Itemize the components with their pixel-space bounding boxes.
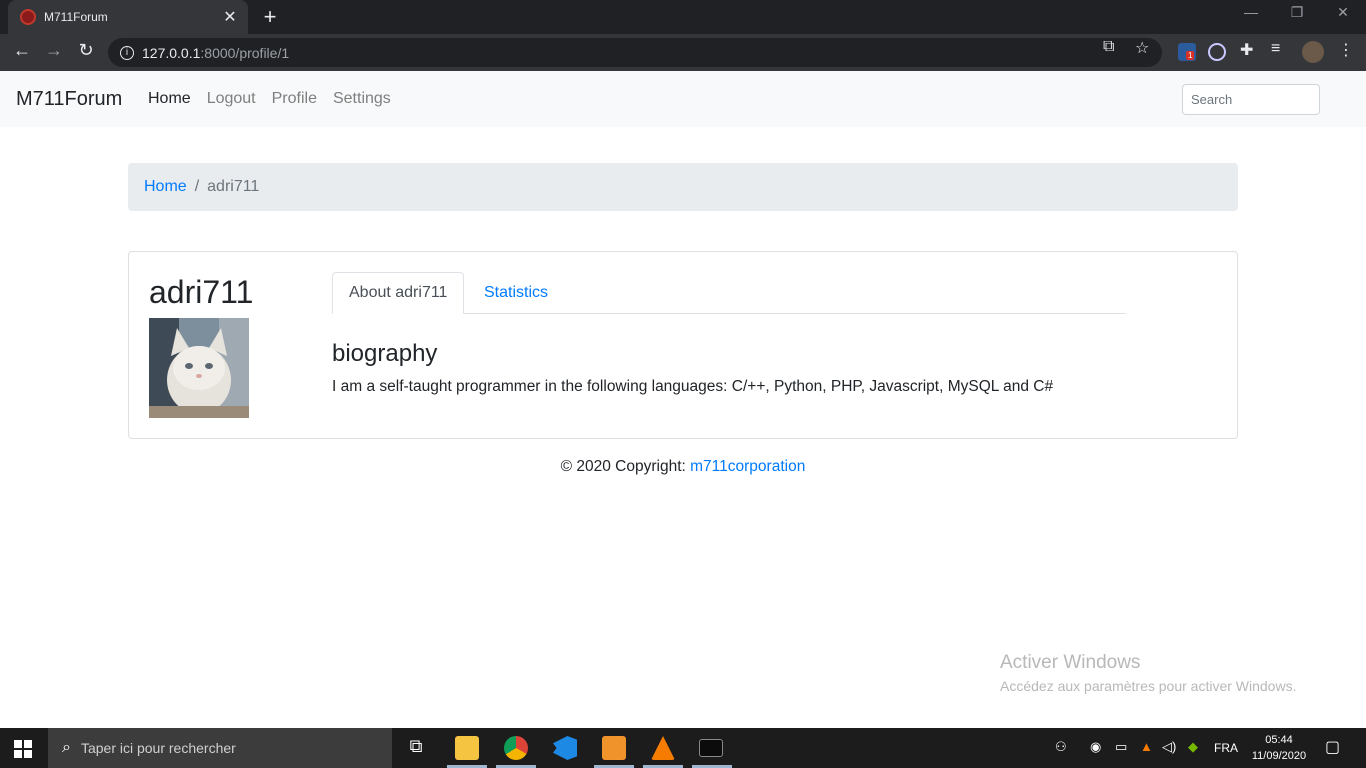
search-input[interactable] [1182, 84, 1320, 115]
media-queue-icon[interactable]: ≡ [1271, 40, 1280, 58]
puzzle-extensions-icon[interactable]: ✚ [1240, 40, 1253, 60]
nav-home[interactable]: Home [140, 90, 199, 108]
tab-about[interactable]: About adri711 [332, 272, 465, 314]
bio-heading: biography [332, 340, 438, 367]
extension-badge: 1 [1186, 51, 1195, 60]
language-indicator[interactable]: FRA [1214, 741, 1238, 755]
browser-toolbar: ← → ↻ i 127.0.0.1:8000/profile/1 ⧉ ☆ 1 ✚… [0, 34, 1366, 71]
site-navbar: M711Forum Home Logout Profile Settings [0, 71, 1366, 127]
footer-copyright: © 2020 Copyright: [560, 458, 691, 475]
profile-card: adri711 About adri711 Statistics biograp… [128, 251, 1238, 439]
profile-tabs: About adri711 Statistics [332, 272, 1126, 314]
vlc-tray-icon[interactable]: ▲ [1140, 739, 1153, 754]
profile-avatar-icon[interactable] [1302, 41, 1324, 63]
footer-link[interactable]: m711corporation [690, 458, 805, 475]
breadcrumb-separator: / [194, 178, 200, 195]
bookmark-star-icon[interactable]: ☆ [1135, 38, 1149, 58]
breadcrumb-current: adri711 [207, 178, 260, 195]
cat-avatar-image [149, 318, 249, 418]
people-icon[interactable]: ⚇ [1055, 739, 1067, 755]
new-tab-button[interactable]: + [258, 4, 282, 30]
footer: © 2020 Copyright: m711corporation [0, 458, 1366, 476]
notifications-icon[interactable]: ▢ [1325, 737, 1340, 757]
favicon-icon [20, 9, 36, 25]
profile-username: adri711 [149, 274, 254, 310]
forward-icon[interactable]: → [42, 40, 66, 61]
site-info-icon[interactable]: i [120, 45, 134, 60]
extension-icon[interactable]: 1 [1178, 43, 1196, 61]
close-tab-icon[interactable]: ✕ [218, 7, 242, 27]
watermark-subtitle: Accédez aux paramètres pour activer Wind… [1000, 678, 1297, 694]
nav-links: Home Logout Profile Settings [140, 90, 399, 108]
reload-icon[interactable]: ↻ [74, 40, 98, 61]
volume-icon[interactable]: ◁) [1162, 739, 1176, 755]
windows-start-icon[interactable] [14, 740, 32, 758]
bio-text: I am a self-taught programmer in the fol… [332, 378, 1054, 395]
file-explorer-icon[interactable] [455, 736, 479, 760]
address-bar[interactable]: i 127.0.0.1:8000/profile/1 [108, 38, 1162, 67]
chrome-icon[interactable] [504, 736, 528, 760]
breadcrumb-home-link[interactable]: Home [144, 178, 187, 196]
nav-logout[interactable]: Logout [199, 90, 264, 108]
clock-time: 05:44 [1265, 734, 1293, 746]
nvidia-icon[interactable]: ◆ [1188, 739, 1198, 755]
network-icon[interactable]: ▭ [1115, 739, 1127, 755]
avatar [149, 318, 249, 418]
watermark-title: Activer Windows [1000, 652, 1141, 673]
taskbar-search[interactable]: ⌕ Taper ici pour rechercher [48, 728, 392, 768]
tab-title: M711Forum [44, 10, 108, 24]
menu-dots-icon[interactable]: ⋮ [1338, 40, 1354, 60]
restore-icon[interactable]: ❐ [1274, 4, 1320, 21]
clock[interactable]: 05:44 11/09/2020 [1250, 732, 1308, 764]
url-path: :8000/profile/1 [200, 44, 290, 61]
nav-settings[interactable]: Settings [325, 90, 399, 108]
browser-tab[interactable]: M711Forum ✕ [8, 0, 248, 34]
terminal-icon[interactable] [699, 739, 723, 757]
search-icon: ⌕ [62, 739, 71, 756]
sublime-text-icon[interactable] [602, 736, 626, 760]
browser-tabbar: M711Forum ✕ + — ❐ ✕ [0, 0, 1366, 34]
minimize-icon[interactable]: — [1228, 4, 1274, 20]
vscode-icon[interactable] [553, 736, 577, 760]
brand-logo[interactable]: M711Forum [16, 88, 122, 111]
discord-icon[interactable]: ◉ [1090, 739, 1101, 755]
taskbar-search-placeholder: Taper ici pour rechercher [80, 740, 236, 756]
tab-statistics[interactable]: Statistics [468, 272, 564, 314]
window-close-icon[interactable]: ✕ [1320, 4, 1366, 21]
windows-taskbar: ⌕ Taper ici pour rechercher ⧉ ⚇ ◉ ▭ ▲ ◁)… [0, 728, 1366, 768]
clock-date: 11/09/2020 [1251, 750, 1307, 762]
activation-watermark: Activer Windows Accédez aux paramètres p… [1000, 652, 1296, 694]
task-view-icon[interactable]: ⧉ [404, 736, 428, 760]
block-extension-icon[interactable] [1208, 43, 1226, 61]
breadcrumb: Home / adri711 [128, 163, 1238, 211]
nav-profile[interactable]: Profile [264, 90, 325, 108]
translate-icon[interactable]: ⧉ [1103, 38, 1114, 56]
url-host: 127.0.0.1 [142, 44, 201, 61]
vlc-icon[interactable] [651, 736, 675, 760]
back-icon[interactable]: ← [10, 40, 34, 61]
